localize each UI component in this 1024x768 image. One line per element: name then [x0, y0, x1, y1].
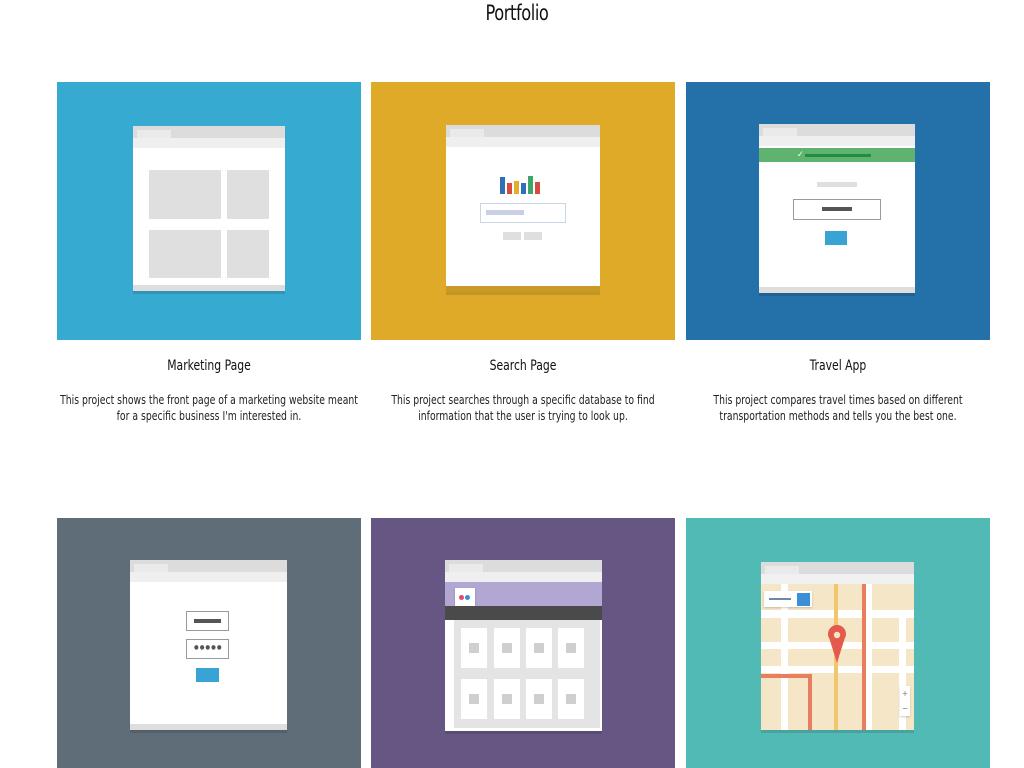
page-title: Portfolio: [485, 1, 549, 25]
project-thumbnail-map[interactable]: + −: [686, 518, 990, 768]
project-thumbnail-login[interactable]: ●●●●●: [57, 518, 361, 768]
project-thumbnail-travel[interactable]: ✓: [686, 82, 990, 340]
project-description: This project compares travel times based…: [713, 393, 963, 423]
check-icon: ✓: [797, 150, 804, 160]
password-dots: ●●●●●: [194, 644, 223, 651]
project-title[interactable]: Search Page: [384, 358, 663, 374]
browser-mockup: ●●●●●: [130, 560, 287, 730]
project-description: This project shows the front page of a m…: [60, 393, 358, 423]
project-title[interactable]: Travel App: [699, 358, 978, 374]
project-thumbnail-search[interactable]: [371, 82, 675, 340]
zoom-out-icon: −: [901, 704, 909, 713]
browser-mockup: ✓: [759, 124, 915, 293]
project-title[interactable]: Marketing Page: [70, 358, 349, 374]
project-thumbnail-marketing[interactable]: [57, 82, 361, 340]
browser-mockup: [446, 125, 600, 292]
browser-mockup: [133, 126, 285, 291]
zoom-in-icon: +: [901, 689, 909, 698]
project-description: This project searches through a specific…: [391, 393, 655, 423]
map-pin-icon: [828, 625, 846, 663]
project-thumbnail-gallery[interactable]: [371, 518, 675, 768]
browser-mockup: + −: [761, 562, 914, 730]
